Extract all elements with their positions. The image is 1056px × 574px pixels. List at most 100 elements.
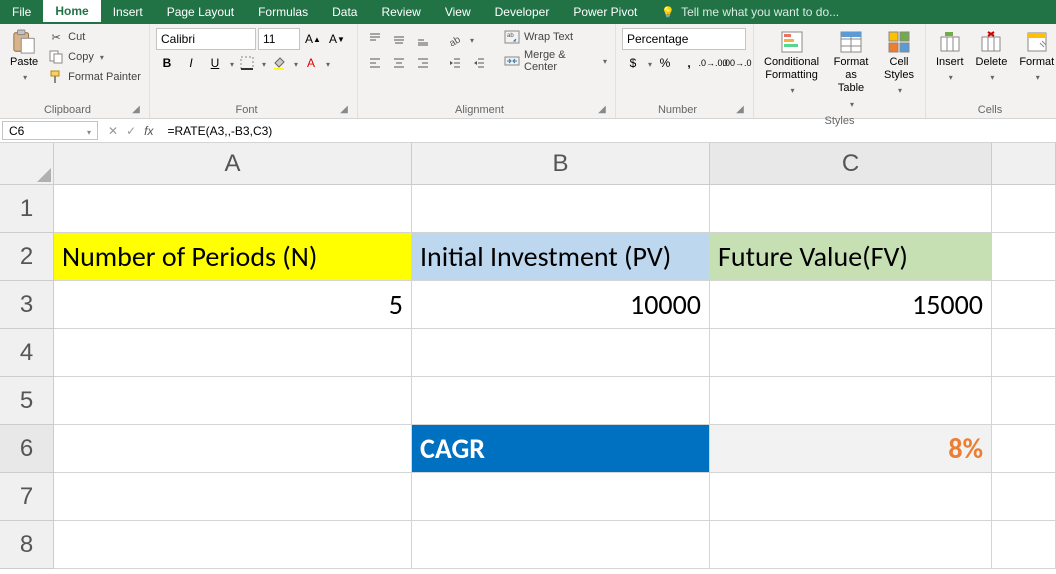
cell-a1[interactable]	[54, 185, 412, 233]
alignment-launcher-icon[interactable]: ◢	[595, 102, 609, 116]
font-color-dropdown-icon[interactable]	[324, 56, 330, 70]
font-color-button[interactable]: A	[300, 52, 322, 74]
col-head-a[interactable]: A	[54, 143, 412, 185]
conditional-formatting-button[interactable]: Conditional Formatting	[760, 28, 823, 100]
row-head-5[interactable]: 5	[0, 377, 54, 425]
cancel-formula-icon[interactable]: ✕	[108, 124, 118, 138]
align-middle-button[interactable]	[388, 28, 410, 50]
font-launcher-icon[interactable]: ◢	[337, 102, 351, 116]
col-head-blank[interactable]	[992, 143, 1056, 185]
font-name-select[interactable]	[156, 28, 256, 50]
cell-a3[interactable]: 5	[54, 281, 412, 329]
cell-d3[interactable]	[992, 281, 1056, 329]
select-all-corner[interactable]	[0, 143, 54, 185]
increase-decimal-button[interactable]: .0→.00	[702, 52, 724, 74]
cell-c6[interactable]: 8%	[710, 425, 992, 473]
align-top-button[interactable]	[364, 28, 386, 50]
delete-cells-button[interactable]: Delete	[972, 28, 1012, 86]
italic-button[interactable]: I	[180, 52, 202, 74]
font-size-select[interactable]	[258, 28, 300, 50]
borders-dropdown-icon[interactable]	[260, 56, 266, 70]
cell-c2[interactable]: Future Value(FV)	[710, 233, 992, 281]
cell-b6[interactable]: CAGR	[412, 425, 710, 473]
number-launcher-icon[interactable]: ◢	[733, 102, 747, 116]
orientation-dropdown-icon[interactable]	[468, 32, 474, 46]
align-left-button[interactable]	[364, 52, 386, 74]
format-cells-button[interactable]: Format	[1015, 28, 1056, 86]
tab-home[interactable]: Home	[43, 0, 100, 24]
cell-a4[interactable]	[54, 329, 412, 377]
underline-button[interactable]: U	[204, 52, 226, 74]
clipboard-launcher-icon[interactable]: ◢	[129, 102, 143, 116]
tab-developer[interactable]: Developer	[483, 0, 562, 24]
cell-b8[interactable]	[412, 521, 710, 569]
row-head-7[interactable]: 7	[0, 473, 54, 521]
cell-c5[interactable]	[710, 377, 992, 425]
format-as-table-button[interactable]: Format as Table	[827, 28, 875, 113]
cell-b7[interactable]	[412, 473, 710, 521]
fx-icon[interactable]: fx	[144, 124, 153, 138]
tab-file[interactable]: File	[0, 0, 43, 24]
formula-input[interactable]: =RATE(A3,,-B3,C3)	[161, 119, 1056, 142]
cell-b5[interactable]	[412, 377, 710, 425]
currency-button[interactable]: $	[622, 52, 644, 74]
cell-d8[interactable]	[992, 521, 1056, 569]
cell-c8[interactable]	[710, 521, 992, 569]
percent-button[interactable]: %	[654, 52, 676, 74]
increase-indent-button[interactable]	[468, 52, 490, 74]
row-head-3[interactable]: 3	[0, 281, 54, 329]
tab-formulas[interactable]: Formulas	[246, 0, 320, 24]
bold-button[interactable]: B	[156, 52, 178, 74]
tab-view[interactable]: View	[433, 0, 483, 24]
comma-button[interactable]: ,	[678, 52, 700, 74]
underline-dropdown-icon[interactable]	[228, 56, 234, 70]
cell-c3[interactable]: 15000	[710, 281, 992, 329]
cell-a5[interactable]	[54, 377, 412, 425]
cell-d6[interactable]	[992, 425, 1056, 473]
cell-b1[interactable]	[412, 185, 710, 233]
tab-insert[interactable]: Insert	[101, 0, 155, 24]
tab-review[interactable]: Review	[369, 0, 432, 24]
cell-d5[interactable]	[992, 377, 1056, 425]
orientation-button[interactable]: ab	[444, 28, 466, 50]
insert-cells-button[interactable]: Insert	[932, 28, 968, 86]
name-box[interactable]: C6	[2, 121, 98, 140]
align-bottom-button[interactable]	[412, 28, 434, 50]
row-head-8[interactable]: 8	[0, 521, 54, 569]
col-head-b[interactable]: B	[412, 143, 710, 185]
tab-data[interactable]: Data	[320, 0, 369, 24]
cell-c7[interactable]	[710, 473, 992, 521]
cell-a2[interactable]: Number of Periods (N)	[54, 233, 412, 281]
cell-b4[interactable]	[412, 329, 710, 377]
cell-styles-button[interactable]: Cell Styles	[879, 28, 919, 100]
number-format-select[interactable]	[622, 28, 746, 50]
col-head-c[interactable]: C	[710, 143, 992, 185]
cell-c1[interactable]	[710, 185, 992, 233]
enter-formula-icon[interactable]: ✓	[126, 124, 136, 138]
cell-a8[interactable]	[54, 521, 412, 569]
tell-me-search[interactable]: Tell me what you want to do...	[649, 0, 1056, 24]
row-head-2[interactable]: 2	[0, 233, 54, 281]
borders-button[interactable]	[236, 52, 258, 74]
cell-b3[interactable]: 10000	[412, 281, 710, 329]
cell-d7[interactable]	[992, 473, 1056, 521]
fill-dropdown-icon[interactable]	[292, 56, 298, 70]
increase-font-button[interactable]: A▲	[302, 28, 324, 50]
cell-d1[interactable]	[992, 185, 1056, 233]
cell-a7[interactable]	[54, 473, 412, 521]
cell-a6[interactable]	[54, 425, 412, 473]
cell-d2[interactable]	[992, 233, 1056, 281]
copy-button[interactable]: Copy	[46, 48, 143, 66]
align-right-button[interactable]	[412, 52, 434, 74]
cut-button[interactable]: ✂ Cut	[46, 28, 143, 46]
tab-page-layout[interactable]: Page Layout	[155, 0, 246, 24]
fill-color-button[interactable]	[268, 52, 290, 74]
format-painter-button[interactable]: Format Painter	[46, 68, 143, 86]
currency-dropdown-icon[interactable]	[646, 56, 652, 70]
decrease-indent-button[interactable]	[444, 52, 466, 74]
align-center-button[interactable]	[388, 52, 410, 74]
row-head-6[interactable]: 6	[0, 425, 54, 473]
wrap-text-button[interactable]: ab Wrap Text	[502, 28, 609, 46]
row-head-1[interactable]: 1	[0, 185, 54, 233]
decrease-decimal-button[interactable]: .00→.0	[726, 52, 748, 74]
